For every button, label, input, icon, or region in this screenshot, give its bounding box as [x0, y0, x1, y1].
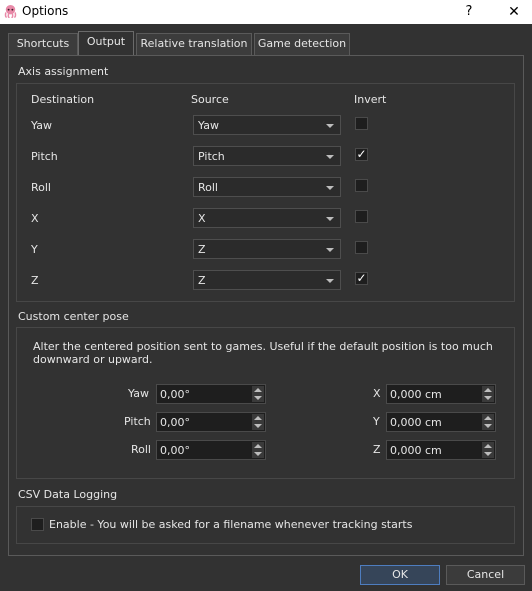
source-yaw-select[interactable]: Yaw — [193, 115, 341, 135]
source-x-value: X — [198, 212, 206, 225]
source-pitch-select[interactable]: Pitch — [193, 146, 341, 166]
roll-offset-value: 0,00° — [160, 444, 190, 457]
source-z-value: Z — [198, 274, 206, 287]
custom-center-pose-title: Custom center pose — [18, 310, 129, 323]
spin-down-icon[interactable] — [254, 424, 262, 428]
spin-down-icon[interactable] — [484, 424, 492, 428]
destination-yaw-label: Yaw — [31, 119, 52, 132]
tab-relative-translation[interactable]: Relative translation — [136, 33, 252, 55]
spin-up-icon[interactable] — [254, 444, 262, 448]
spin-buttons[interactable] — [252, 442, 264, 458]
source-y-value: Z — [198, 243, 206, 256]
chevron-down-icon — [326, 248, 334, 252]
tab-game-detection[interactable]: Game detection — [254, 33, 350, 55]
tab-output[interactable]: Output — [78, 31, 134, 56]
ok-button[interactable]: OK — [360, 565, 440, 585]
roll-offset-label: Roll — [131, 443, 151, 456]
chevron-down-icon — [326, 124, 334, 128]
spin-down-icon[interactable] — [254, 452, 262, 456]
destination-roll-label: Roll — [31, 181, 51, 194]
z-offset-spinbox[interactable]: 0,000 cm — [386, 440, 496, 460]
destination-header: Destination — [31, 93, 95, 106]
tab-bar: Shortcuts Output Relative translation Ga… — [8, 31, 524, 56]
spin-down-icon[interactable] — [484, 396, 492, 400]
z-offset-label: Z — [373, 443, 381, 456]
spin-buttons[interactable] — [482, 414, 494, 430]
csv-enable-label[interactable]: Enable - You will be asked for a filenam… — [49, 518, 412, 531]
z-offset-value: 0,000 cm — [390, 444, 442, 457]
source-yaw-value: Yaw — [198, 119, 219, 132]
invert-roll-checkbox[interactable] — [355, 179, 368, 192]
spin-up-icon[interactable] — [254, 416, 262, 420]
source-roll-select[interactable]: Roll — [193, 177, 341, 197]
y-offset-value: 0,000 cm — [390, 416, 442, 429]
source-z-select[interactable]: Z — [193, 270, 341, 290]
spin-buttons[interactable] — [252, 414, 264, 430]
cancel-button[interactable]: Cancel — [446, 565, 525, 585]
source-x-select[interactable]: X — [193, 208, 341, 228]
csv-enable-checkbox[interactable] — [31, 518, 44, 531]
close-button[interactable]: ✕ — [500, 2, 528, 22]
chevron-down-icon — [326, 279, 334, 283]
pitch-offset-value: 0,00° — [160, 416, 190, 429]
help-button[interactable]: ? — [458, 2, 480, 22]
source-pitch-value: Pitch — [198, 150, 225, 163]
y-offset-spinbox[interactable]: 0,000 cm — [386, 412, 496, 432]
destination-y-label: Y — [31, 243, 38, 256]
spin-up-icon[interactable] — [484, 388, 492, 392]
chevron-down-icon — [326, 155, 334, 159]
invert-yaw-checkbox[interactable] — [355, 117, 368, 130]
spin-buttons[interactable] — [482, 386, 494, 402]
spin-down-icon[interactable] — [254, 396, 262, 400]
destination-z-label: Z — [31, 274, 39, 287]
output-tab-pane: Axis assignment Destination Source Inver… — [8, 55, 524, 556]
invert-y-checkbox[interactable] — [355, 241, 368, 254]
window-title: Options — [22, 4, 69, 18]
destination-pitch-label: Pitch — [31, 150, 58, 163]
csv-logging-group: Enable - You will be asked for a filenam… — [16, 506, 515, 544]
csv-logging-title: CSV Data Logging — [18, 488, 118, 501]
yaw-offset-label: Yaw — [128, 387, 149, 400]
invert-x-checkbox[interactable] — [355, 210, 368, 223]
source-y-select[interactable]: Z — [193, 239, 341, 259]
x-offset-label: X — [373, 387, 381, 400]
title-bar: Options ? ✕ — [0, 0, 532, 24]
app-octopus-icon — [4, 4, 17, 19]
tab-shortcuts[interactable]: Shortcuts — [8, 33, 78, 55]
destination-x-label: X — [31, 212, 39, 225]
custom-center-pose-group: Alter the centered position sent to game… — [16, 327, 515, 479]
spin-up-icon[interactable] — [484, 416, 492, 420]
pitch-offset-label: Pitch — [124, 415, 151, 428]
yaw-offset-spinbox[interactable]: 0,00° — [156, 384, 266, 404]
spin-buttons[interactable] — [482, 442, 494, 458]
spin-up-icon[interactable] — [254, 388, 262, 392]
invert-z-checkbox[interactable]: ✓ — [355, 272, 368, 285]
pitch-offset-spinbox[interactable]: 0,00° — [156, 412, 266, 432]
source-roll-value: Roll — [198, 181, 218, 194]
spin-down-icon[interactable] — [484, 452, 492, 456]
roll-offset-spinbox[interactable]: 0,00° — [156, 440, 266, 460]
axis-assignment-title: Axis assignment — [18, 65, 109, 78]
center-pose-description: Alter the centered position sent to game… — [33, 340, 493, 366]
x-offset-spinbox[interactable]: 0,000 cm — [386, 384, 496, 404]
invert-pitch-checkbox[interactable]: ✓ — [355, 148, 368, 161]
x-offset-value: 0,000 cm — [390, 388, 442, 401]
spin-up-icon[interactable] — [484, 444, 492, 448]
chevron-down-icon — [326, 217, 334, 221]
yaw-offset-value: 0,00° — [160, 388, 190, 401]
chevron-down-icon — [326, 186, 334, 190]
spin-buttons[interactable] — [252, 386, 264, 402]
source-header: Source — [191, 93, 229, 106]
axis-assignment-group: Destination Source Invert Yaw Yaw Pitch … — [16, 83, 515, 302]
invert-header: Invert — [354, 93, 387, 106]
y-offset-label: Y — [373, 415, 380, 428]
